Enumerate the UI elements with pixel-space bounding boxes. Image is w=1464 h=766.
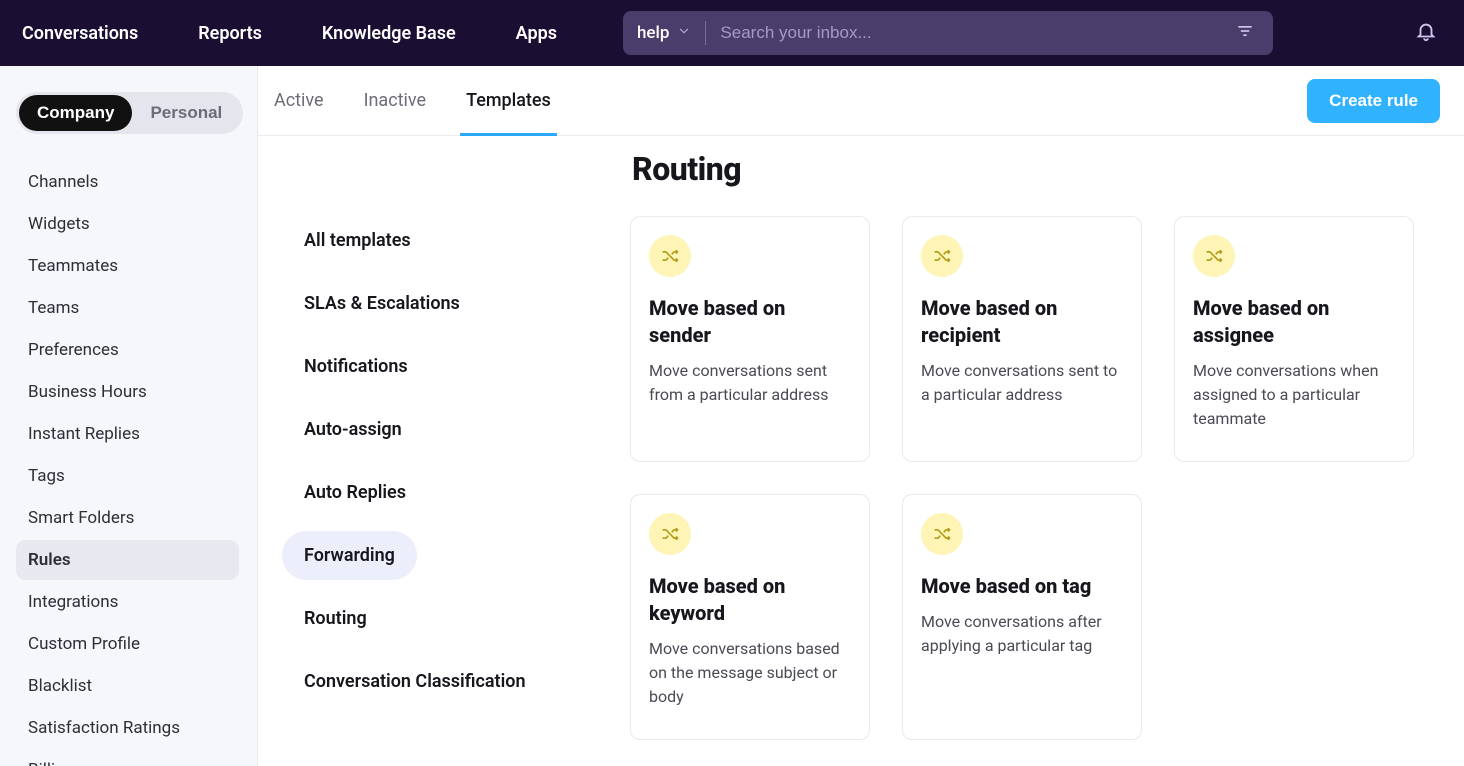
topnav-knowledge-base[interactable]: Knowledge Base <box>322 23 456 44</box>
card-move-based-on-assignee[interactable]: Move based on assignee Move conversation… <box>1174 216 1414 462</box>
sidebar-item-billing[interactable]: Billing <box>16 750 239 766</box>
tab-templates[interactable]: Templates <box>466 66 551 135</box>
content: All templates SLAs & Escalations Notific… <box>258 66 1464 766</box>
filter-icon <box>1235 21 1255 45</box>
card-move-based-on-sender[interactable]: Move based on sender Move conversations … <box>630 216 870 462</box>
sidebar-item-instant-replies[interactable]: Instant Replies <box>16 414 239 454</box>
cat-auto-replies[interactable]: Auto Replies <box>282 468 428 517</box>
section-title: Routing <box>632 150 1452 188</box>
cards: Move based on sender Move conversations … <box>630 216 1452 740</box>
tabs-row: Active Inactive Templates Create rule <box>258 66 1464 136</box>
sidebar-item-integrations[interactable]: Integrations <box>16 582 239 622</box>
topnav-conversations[interactable]: Conversations <box>22 23 138 44</box>
cat-forwarding[interactable]: Forwarding <box>282 531 417 580</box>
create-rule-button[interactable]: Create rule <box>1307 79 1440 123</box>
card-desc: Move conversations sent from a particula… <box>649 359 851 407</box>
card-title: Move based on sender <box>649 295 851 349</box>
main: Active Inactive Templates Create rule Al… <box>258 66 1464 766</box>
shuffle-icon <box>649 513 691 555</box>
sidebar-item-widgets[interactable]: Widgets <box>16 204 239 244</box>
card-desc: Move conversations based on the message … <box>649 637 851 709</box>
sidebar-item-business-hours[interactable]: Business Hours <box>16 372 239 412</box>
scope-company[interactable]: Company <box>19 95 132 131</box>
shuffle-icon <box>921 235 963 277</box>
card-move-based-on-keyword[interactable]: Move based on keyword Move conversations… <box>630 494 870 740</box>
topbar: Conversations Reports Knowledge Base App… <box>0 0 1464 66</box>
template-categories: All templates SLAs & Escalations Notific… <box>258 136 630 766</box>
sidebar-item-custom-profile[interactable]: Custom Profile <box>16 624 239 664</box>
card-desc: Move conversations when assigned to a pa… <box>1193 359 1395 431</box>
sidebar-list: Channels Widgets Teammates Teams Prefere… <box>16 162 239 766</box>
cat-auto-assign[interactable]: Auto-assign <box>282 405 424 454</box>
shuffle-icon <box>1193 235 1235 277</box>
shuffle-icon <box>649 235 691 277</box>
tabs: Active Inactive Templates <box>274 66 551 135</box>
card-move-based-on-recipient[interactable]: Move based on recipient Move conversatio… <box>902 216 1142 462</box>
card-title: Move based on assignee <box>1193 295 1395 349</box>
scope-toggle: Company Personal <box>16 92 243 134</box>
tab-active[interactable]: Active <box>274 66 324 135</box>
bell-icon <box>1415 20 1437 46</box>
templates-panel: Routing Move based on sender Move conver… <box>630 136 1464 766</box>
sidebar: Company Personal Channels Widgets Teamma… <box>0 66 258 766</box>
card-title: Move based on recipient <box>921 295 1123 349</box>
notifications-button[interactable] <box>1408 15 1444 51</box>
sidebar-item-satisfaction-ratings[interactable]: Satisfaction Ratings <box>16 708 239 748</box>
card-title: Move based on tag <box>921 573 1123 600</box>
tab-inactive[interactable]: Inactive <box>364 66 426 135</box>
separator <box>705 21 706 45</box>
cat-routing[interactable]: Routing <box>282 594 389 643</box>
scope-personal[interactable]: Personal <box>132 95 240 131</box>
card-desc: Move conversations after applying a part… <box>921 610 1123 658</box>
search-scope-select[interactable]: help <box>637 23 691 43</box>
search-input[interactable] <box>720 23 1231 43</box>
shuffle-icon <box>921 513 963 555</box>
search-scope-label: help <box>637 23 669 43</box>
filter-button[interactable] <box>1231 19 1259 47</box>
chevron-down-icon <box>677 23 691 43</box>
cat-all-templates[interactable]: All templates <box>282 216 433 265</box>
card-title: Move based on keyword <box>649 573 851 627</box>
sidebar-item-channels[interactable]: Channels <box>16 162 239 202</box>
sidebar-item-teammates[interactable]: Teammates <box>16 246 239 286</box>
sidebar-item-tags[interactable]: Tags <box>16 456 239 496</box>
body: Company Personal Channels Widgets Teamma… <box>0 66 1464 766</box>
topnav-apps[interactable]: Apps <box>516 23 557 44</box>
sidebar-item-rules[interactable]: Rules <box>16 540 239 580</box>
topnav-reports[interactable]: Reports <box>198 23 262 44</box>
cat-conversation-classification[interactable]: Conversation Classification <box>282 657 548 706</box>
card-move-based-on-tag[interactable]: Move based on tag Move conversations aft… <box>902 494 1142 740</box>
cat-notifications[interactable]: Notifications <box>282 342 430 391</box>
sidebar-item-teams[interactable]: Teams <box>16 288 239 328</box>
topnav: Conversations Reports Knowledge Base App… <box>20 23 557 44</box>
cat-slas-escalations[interactable]: SLAs & Escalations <box>282 279 482 328</box>
sidebar-item-smart-folders[interactable]: Smart Folders <box>16 498 239 538</box>
search-bar: help <box>623 11 1273 55</box>
card-desc: Move conversations sent to a particular … <box>921 359 1123 407</box>
sidebar-item-preferences[interactable]: Preferences <box>16 330 239 370</box>
sidebar-item-blacklist[interactable]: Blacklist <box>16 666 239 706</box>
